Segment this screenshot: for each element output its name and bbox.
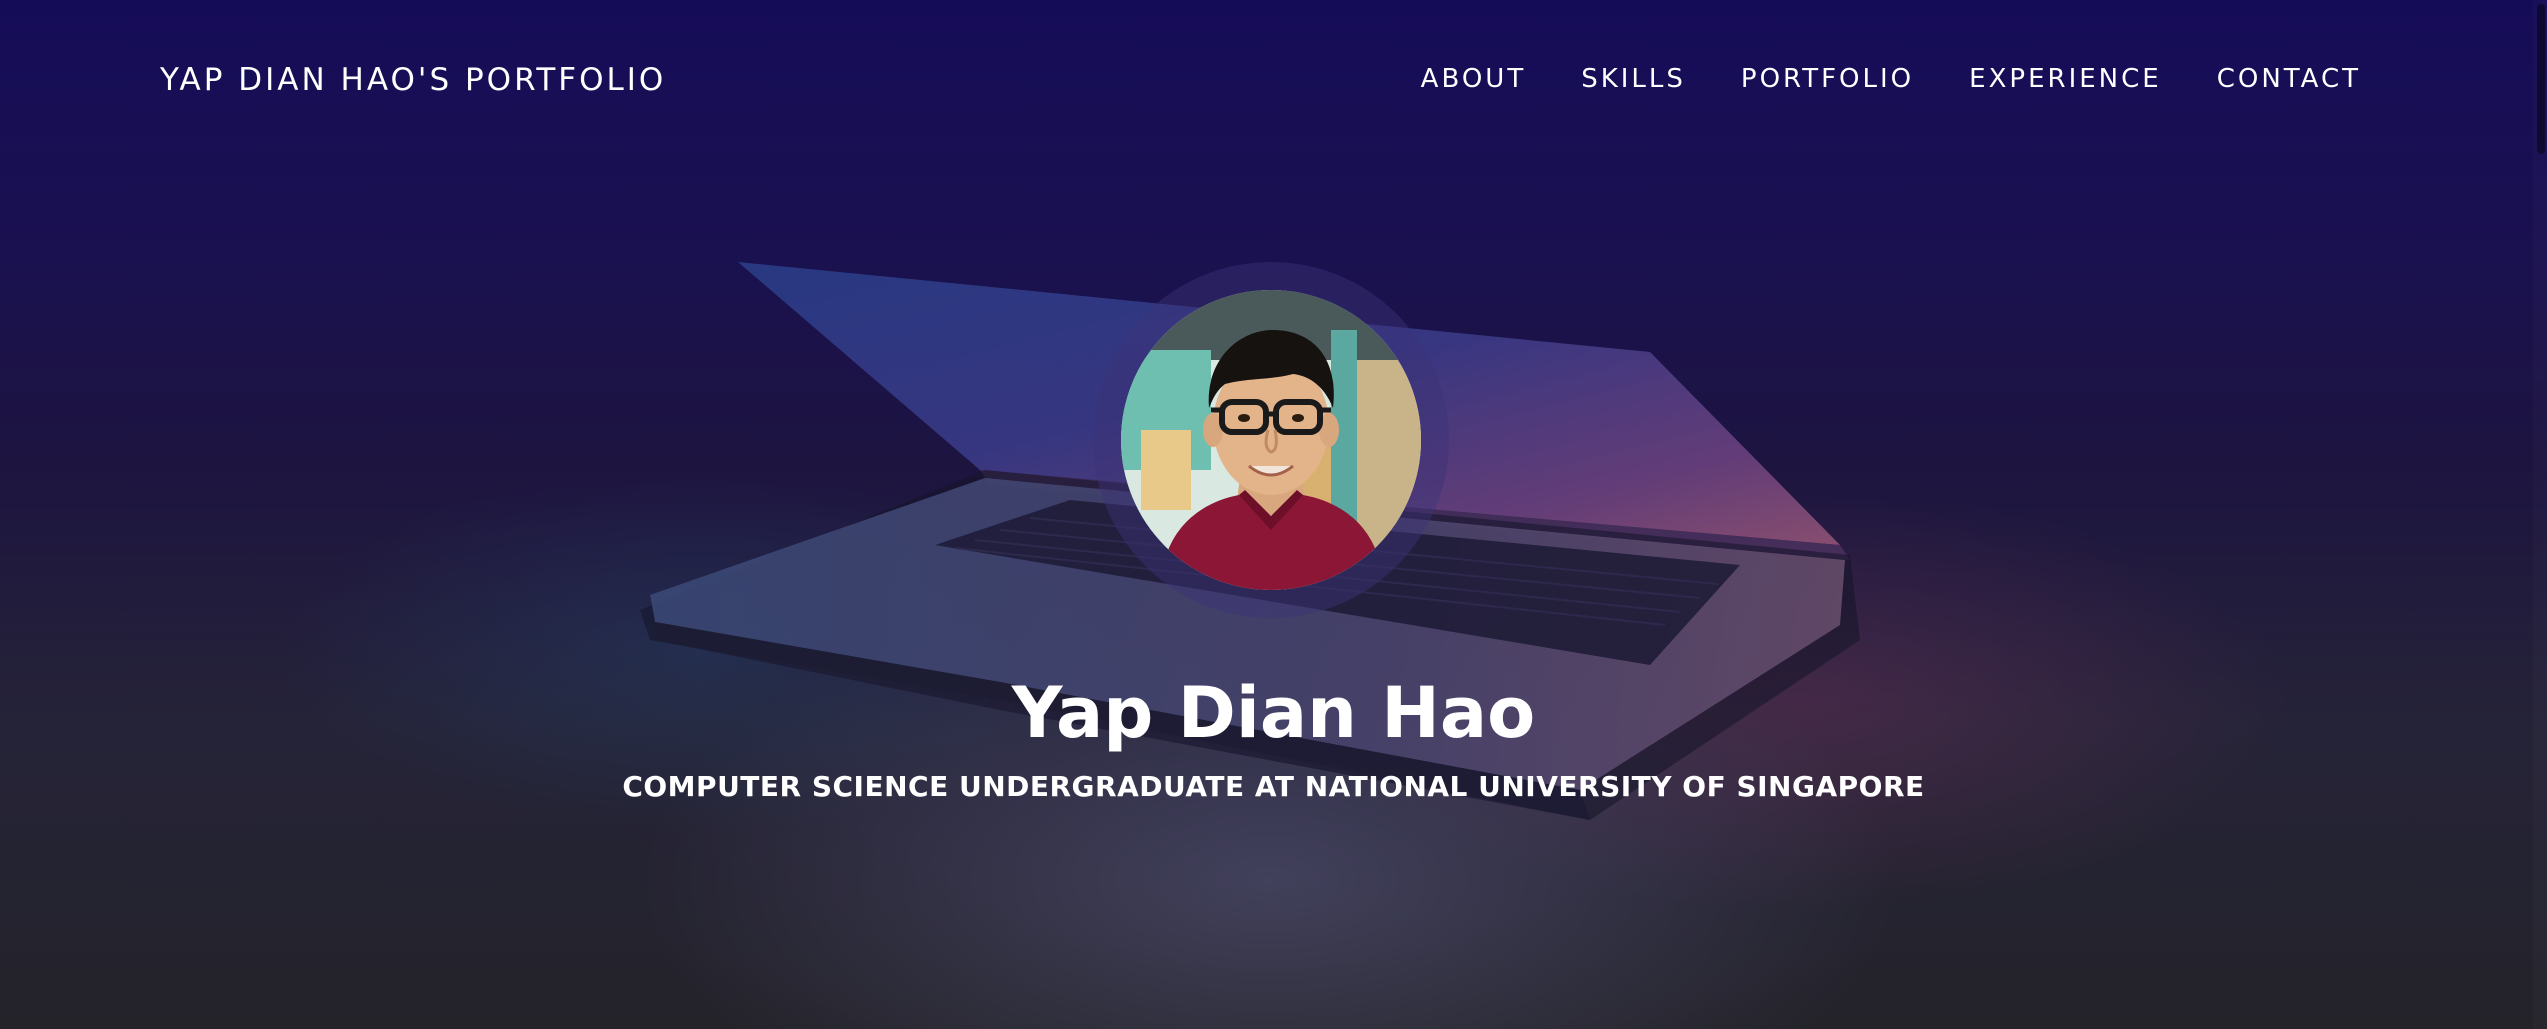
nav-link-contact[interactable]: CONTACT [2217, 64, 2361, 94]
page-scrollbar[interactable] [2533, 0, 2547, 1029]
nav-link-experience[interactable]: EXPERIENCE [1969, 64, 2162, 94]
navbar: YAP DIAN HAO'S PORTFOLIO ABOUT SKILLS PO… [0, 0, 2547, 160]
avatar-ring [1093, 262, 1449, 618]
nav-links: ABOUT SKILLS PORTFOLIO EXPERIENCE CONTAC… [1421, 64, 2361, 94]
profile-photo [1121, 290, 1421, 590]
scrollbar-thumb[interactable] [2537, 4, 2545, 154]
avatar [1121, 290, 1421, 590]
hero-section: YAP DIAN HAO'S PORTFOLIO ABOUT SKILLS PO… [0, 0, 2547, 1029]
nav-link-skills[interactable]: SKILLS [1581, 64, 1686, 94]
brand-logo-link[interactable]: YAP DIAN HAO'S PORTFOLIO [160, 62, 666, 98]
nav-link-portfolio[interactable]: PORTFOLIO [1741, 64, 1914, 94]
hero-name: Yap Dian Hao [1011, 672, 1536, 754]
hero-subtitle: COMPUTER SCIENCE UNDERGRADUATE AT NATION… [622, 770, 1925, 803]
nav-link-about[interactable]: ABOUT [1421, 64, 1527, 94]
